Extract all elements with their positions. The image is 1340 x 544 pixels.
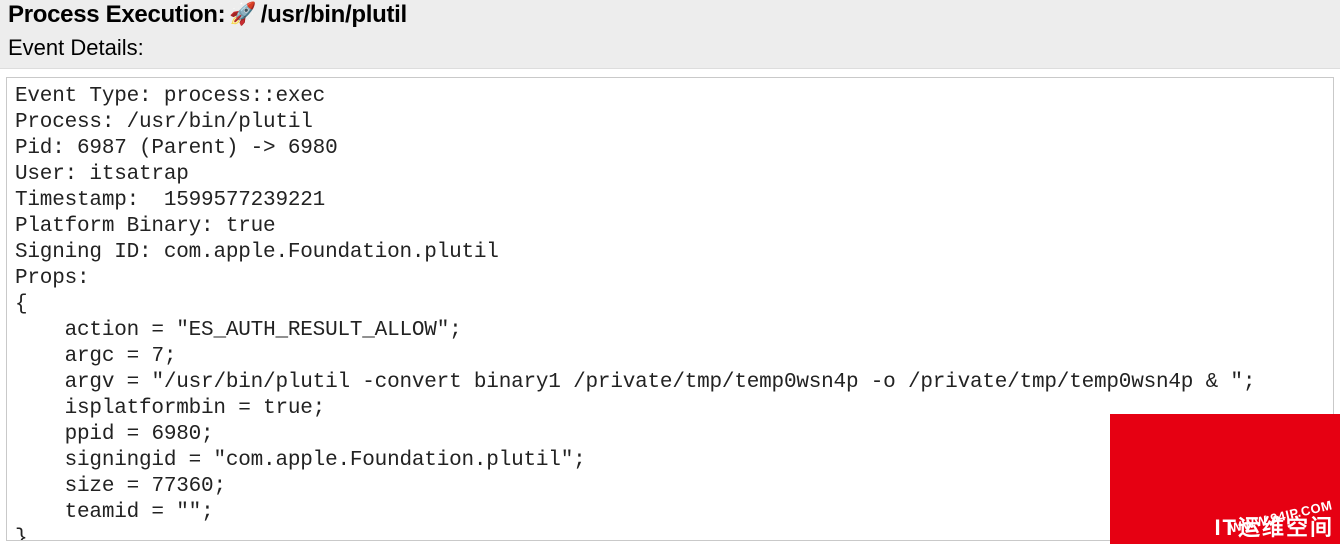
prop-teamid-value: "" [176, 501, 201, 524]
arrow: -> [251, 137, 276, 160]
pid-value: 6987 [77, 137, 127, 160]
platform-binary-value: true [226, 215, 276, 238]
event-details-panel: Event Type: process::exec Process: /usr/… [6, 77, 1334, 541]
props-open-brace: { [15, 293, 27, 316]
timestamp-value: 1599577239221 [164, 189, 325, 212]
event-details-label: Event Details: [8, 34, 1332, 62]
prop-argv-key: argv [65, 371, 115, 394]
signing-id-label: Signing ID: [15, 241, 151, 264]
title-row: Process Execution: 🚀 /usr/bin/plutil [8, 0, 1332, 30]
platform-binary-label: Platform Binary: [15, 215, 213, 238]
ppid-value: 6980 [288, 137, 338, 160]
prop-teamid-key: teamid [65, 501, 139, 524]
prop-signingid-key: signingid [65, 449, 177, 472]
parent-label: (Parent) [139, 137, 238, 160]
signing-id-value: com.apple.Foundation.plutil [164, 241, 499, 264]
prop-action-value: "ES_AUTH_RESULT_ALLOW" [176, 319, 449, 342]
prop-size-key: size [65, 475, 115, 498]
process-value: /usr/bin/plutil [127, 111, 313, 134]
prop-ppid-value: 6980 [151, 423, 201, 446]
prop-ppid-key: ppid [65, 423, 115, 446]
prop-action-key: action [65, 319, 139, 342]
props-close-brace: } [15, 527, 27, 541]
header: Process Execution: 🚀 /usr/bin/plutil Eve… [0, 0, 1340, 69]
prop-isplatformbin-value: true [263, 397, 313, 420]
user-value: itsatrap [89, 163, 188, 186]
prop-argc-value: 7 [151, 345, 163, 368]
prop-isplatformbin-key: isplatformbin [65, 397, 226, 420]
title-label: Process Execution: [8, 0, 225, 30]
title-path: /usr/bin/plutil [261, 0, 407, 30]
event-type-value: process::exec [164, 85, 325, 108]
props-label: Props: [15, 267, 89, 290]
prop-size-value: 77360 [151, 475, 213, 498]
timestamp-label: Timestamp: [15, 189, 139, 212]
user-label: User: [15, 163, 77, 186]
process-label: Process: [15, 111, 114, 134]
rocket-icon: 🚀 [229, 3, 256, 25]
prop-argc-key: argc [65, 345, 115, 368]
event-details-text: Event Type: process::exec Process: /usr/… [15, 84, 1325, 541]
prop-argv-value: "/usr/bin/plutil -convert binary1 /priva… [151, 371, 1242, 394]
pid-label: Pid: [15, 137, 65, 160]
prop-signingid-value: "com.apple.Foundation.plutil" [213, 449, 573, 472]
event-type-label: Event Type: [15, 85, 151, 108]
